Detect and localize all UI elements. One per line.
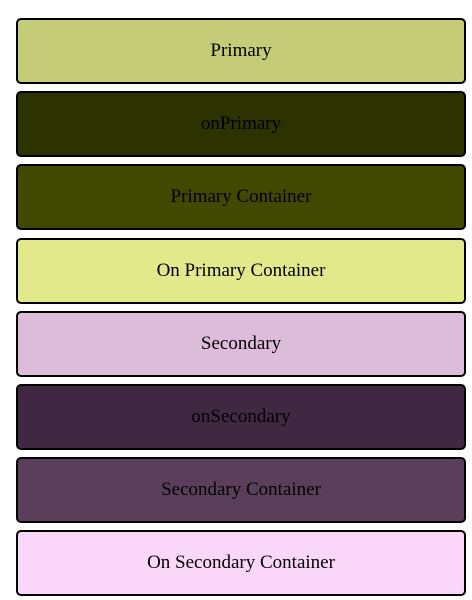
color-swatch-list: Primary onPrimary Primary Container On P… [16, 18, 466, 597]
swatch-on-secondary: onSecondary [16, 383, 466, 450]
swatch-on-primary-container: On Primary Container [16, 237, 466, 304]
swatch-primary: Primary [16, 18, 466, 84]
swatch-on-secondary-container: On Secondary Container [16, 530, 466, 597]
swatch-on-primary: onPrimary [16, 91, 466, 158]
swatch-secondary-container: Secondary Container [16, 457, 466, 524]
swatch-primary-container: Primary Container [16, 164, 466, 231]
swatch-secondary: Secondary [16, 310, 466, 377]
